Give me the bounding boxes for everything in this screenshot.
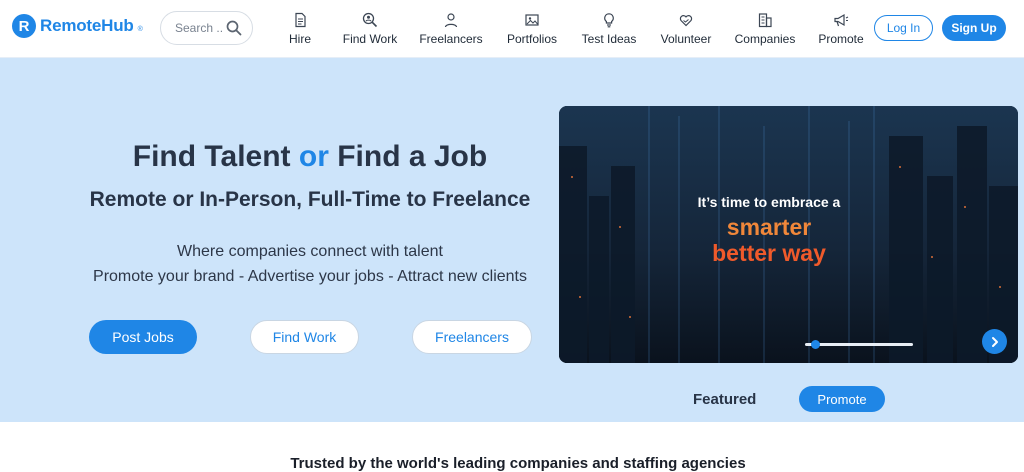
hero-title-part1: Find Talent [132,140,299,173]
nav-portfolios[interactable]: Portfolios [503,0,561,58]
search-icon[interactable] [226,20,242,36]
freelancers-button[interactable]: Freelancers [412,320,532,354]
hero-subtitle: Remote or In-Person, Full-Time to Freela… [89,188,531,211]
building-icon [758,13,772,28]
promo-line2: smarter [726,214,812,240]
find-work-button[interactable]: Find Work [250,320,359,354]
logo-icon: R [12,14,36,38]
nav-volunteer[interactable]: Volunteer [657,0,715,58]
hero-title-part2: Find a Job [328,140,488,173]
image-icon [525,14,539,26]
top-header: R RemoteHub ® Hire Find Work Freelancers… [0,0,1024,58]
trusted-heading: Trusted by the world's leading companies… [290,455,746,472]
nav-companies[interactable]: Companies [733,0,797,58]
nav-label: Companies [734,32,796,46]
brand-name: RemoteHub [40,16,134,35]
post-jobs-button[interactable]: Post Jobs [89,320,197,354]
signup-button[interactable]: Sign Up [942,15,1006,41]
login-button[interactable]: Log In [874,15,933,41]
nav-hire[interactable]: Hire [284,0,316,58]
nav-label: Promote [818,32,864,46]
brand-logo[interactable]: R RemoteHub ® [12,14,143,38]
nav-test-ideas[interactable]: Test Ideas [579,0,639,58]
hero-title-accent: or [298,140,329,173]
promo-carousel[interactable]: It’s time to embrace a smarter better wa… [559,106,1018,363]
nav-promote[interactable]: Promote [816,0,866,58]
hero-title: Find Talent or Find a Job [0,140,620,174]
carousel-progress-track[interactable] [805,343,913,346]
lightbulb-icon [604,13,614,28]
hero-section: Find Talent or Find a Job Remote or In-P… [0,58,1024,422]
nav-label: Portfolios [506,32,558,46]
nav-freelancers[interactable]: Freelancers [417,0,485,58]
brand-registered-mark: ® [137,25,143,33]
promote-button[interactable]: Promote [799,386,885,412]
nav-label: Test Ideas [581,32,637,46]
person-icon [444,13,458,28]
heart-hands-icon [679,15,693,27]
document-icon [295,12,306,28]
hero-description: Promote your brand - Advertise your jobs… [93,268,527,285]
nav-label: Hire [288,32,311,46]
promo-line1: It’s time to embrace a [697,194,841,210]
nav-label: Volunteer [660,32,712,46]
magnifier-user-icon [362,12,378,28]
featured-label: Featured [693,391,757,408]
nav-label: Freelancers [419,32,483,46]
nav-find-work[interactable]: Find Work [340,0,400,58]
search-input[interactable] [175,21,223,35]
hero-tagline: Where companies connect with talent [177,243,443,260]
megaphone-icon [834,13,849,27]
chevron-right-icon [991,336,998,347]
nav-label: Find Work [342,32,398,46]
carousel-next-button[interactable] [982,329,1007,354]
search-box[interactable] [160,11,253,45]
promo-line3: better way [712,240,826,266]
